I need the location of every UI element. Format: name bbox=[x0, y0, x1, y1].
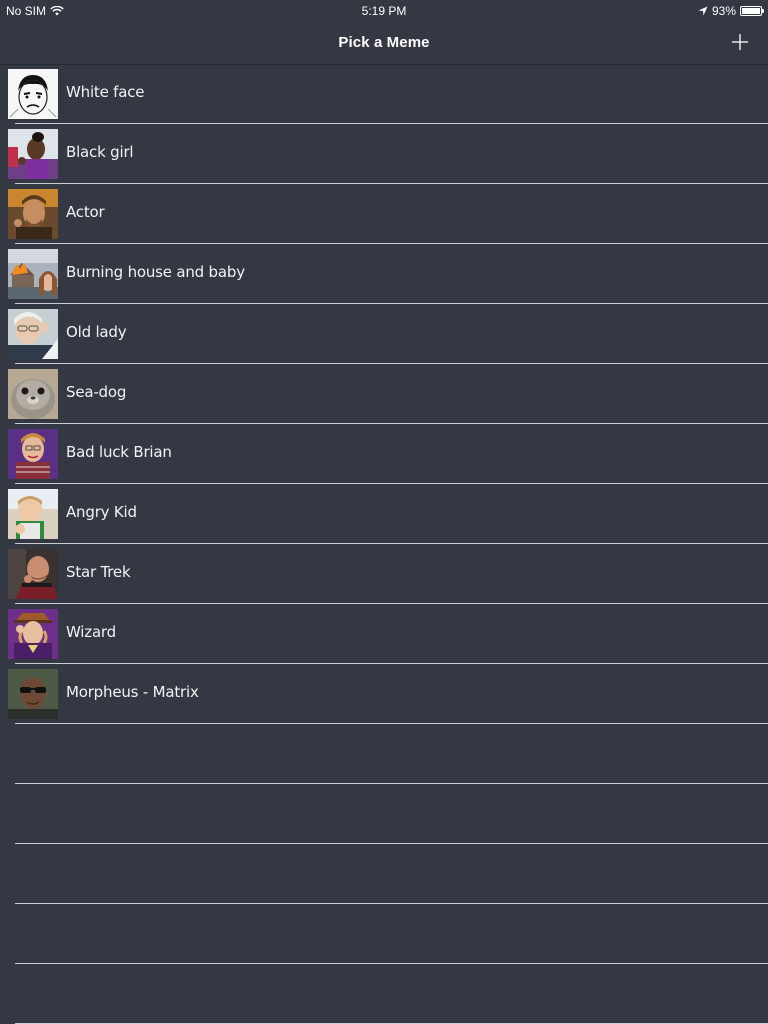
meme-label: Burning house and baby bbox=[66, 263, 245, 281]
meme-row[interactable]: Old lady bbox=[0, 304, 768, 364]
star-trek-thumbnail bbox=[8, 549, 58, 599]
meme-label: Sea-dog bbox=[66, 383, 127, 401]
empty-row bbox=[0, 964, 768, 1024]
empty-row bbox=[0, 784, 768, 844]
empty-row bbox=[0, 844, 768, 904]
meme-label: Old lady bbox=[66, 323, 127, 341]
meme-list: White face Black girl Actor Burning hous… bbox=[0, 64, 768, 1024]
meme-row[interactable]: Bad luck Brian bbox=[0, 424, 768, 484]
angry-kid-thumbnail bbox=[8, 489, 58, 539]
meme-row[interactable]: Morpheus - Matrix bbox=[0, 664, 768, 724]
meme-label: Bad luck Brian bbox=[66, 443, 172, 461]
meme-row[interactable]: Angry Kid bbox=[0, 484, 768, 544]
location-arrow-icon bbox=[698, 6, 708, 16]
morpheus-thumbnail bbox=[8, 669, 58, 719]
battery-percent: 93% bbox=[711, 4, 736, 18]
actor-thumbnail bbox=[8, 189, 58, 239]
black-girl-thumbnail bbox=[8, 129, 58, 179]
meme-label: Angry Kid bbox=[66, 503, 137, 521]
bad-luck-brian-thumbnail bbox=[8, 429, 58, 479]
meme-label: Wizard bbox=[66, 623, 116, 641]
page-title: Pick a Meme bbox=[338, 34, 430, 51]
meme-row[interactable]: Actor bbox=[0, 184, 768, 244]
meme-label: White face bbox=[66, 83, 145, 101]
meme-label: Morpheus - Matrix bbox=[66, 683, 199, 701]
navigation-bar: Pick a Meme bbox=[0, 22, 768, 65]
plus-icon bbox=[732, 34, 748, 50]
status-bar: No SIM 5:19 PM 93% bbox=[0, 0, 768, 22]
wizard-thumbnail bbox=[8, 609, 58, 659]
old-lady-thumbnail bbox=[8, 309, 58, 359]
meme-row[interactable]: Wizard bbox=[0, 604, 768, 664]
battery-icon bbox=[740, 6, 764, 16]
meme-row[interactable]: Sea-dog bbox=[0, 364, 768, 424]
meme-label: Star Trek bbox=[66, 563, 131, 581]
status-right: 93% bbox=[698, 4, 764, 18]
white-face-thumbnail bbox=[8, 69, 58, 119]
meme-label: Actor bbox=[66, 203, 105, 221]
meme-row[interactable]: White face bbox=[0, 64, 768, 124]
sea-dog-thumbnail bbox=[8, 369, 58, 419]
burning-house-thumbnail bbox=[8, 249, 58, 299]
empty-row bbox=[0, 904, 768, 964]
empty-row bbox=[0, 724, 768, 784]
meme-row[interactable]: Star Trek bbox=[0, 544, 768, 604]
meme-row[interactable]: Black girl bbox=[0, 124, 768, 184]
status-time: 5:19 PM bbox=[361, 4, 407, 18]
meme-label: Black girl bbox=[66, 143, 134, 161]
meme-row[interactable]: Burning house and baby bbox=[0, 244, 768, 304]
add-button[interactable] bbox=[728, 30, 752, 54]
